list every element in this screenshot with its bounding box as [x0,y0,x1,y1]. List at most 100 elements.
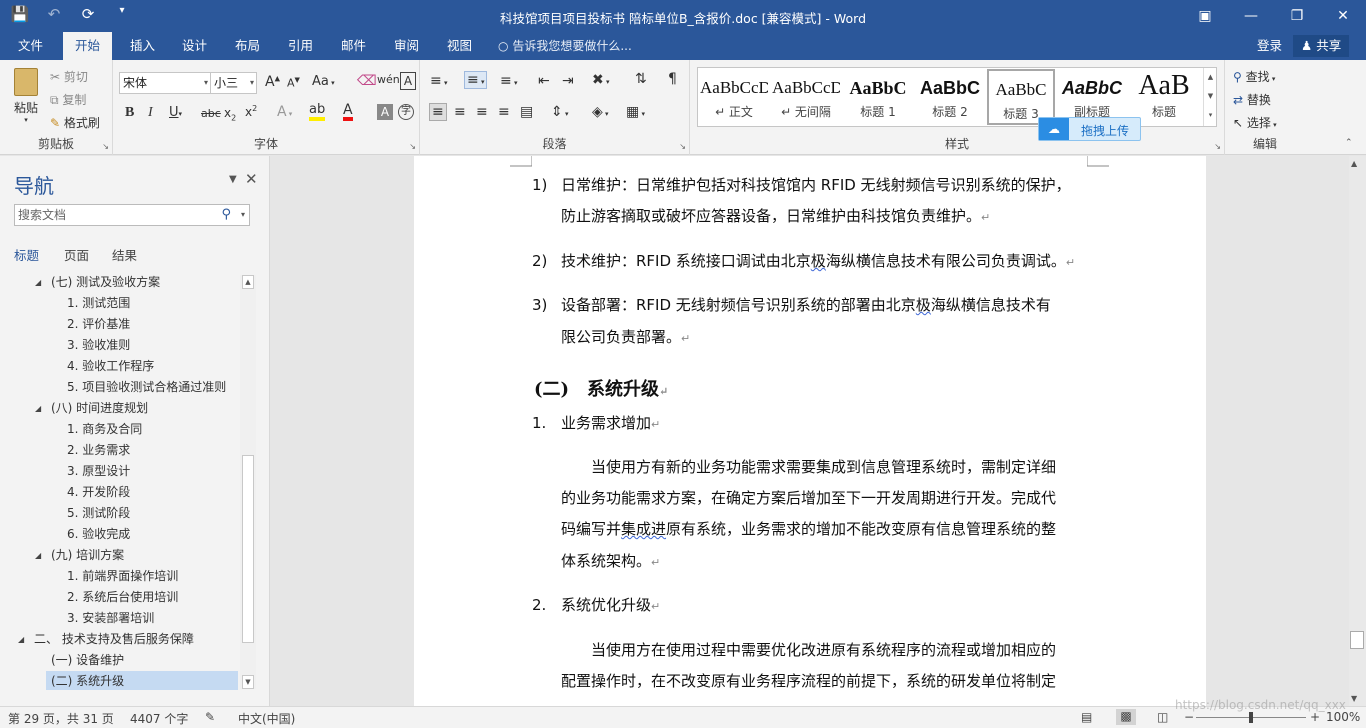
dialog-launcher-icon[interactable]: ↘ [1214,142,1221,151]
align-center-icon[interactable]: ≡ [454,104,466,120]
change-case-button[interactable]: Aa ▾ [312,74,335,89]
scroll-up-icon[interactable]: ▲ [1351,159,1357,168]
redo-icon[interactable]: ⟳ [78,5,98,23]
nav-heading-item[interactable]: 6. 验收完成 [65,524,130,545]
copy-button[interactable]: ⧉ 复制 [50,91,86,108]
replace-button[interactable]: ⇄ 替换 [1233,91,1271,108]
zoom-slider-knob[interactable] [1249,712,1253,723]
undo-icon[interactable]: ↶ [44,5,64,23]
font-size-select[interactable]: 小三 ▾ [210,72,257,94]
nav-tab-pages[interactable]: 页面 [64,245,89,264]
expand-toggle-icon[interactable]: ◢ [18,629,24,650]
tab-insert[interactable]: 插入 [128,32,157,60]
scroll-up-icon[interactable]: ▲ [242,275,254,289]
styles-scroll[interactable]: ▲ ▼ ▾ [1203,68,1217,126]
sign-in-link[interactable]: 登录 [1257,32,1282,60]
upload-widget[interactable]: ☁ 拖拽上传 [1038,117,1141,141]
zoom-out-icon[interactable]: − [1184,710,1194,724]
bold-icon[interactable]: B [125,105,134,121]
paste-button[interactable]: 粘贴 ▾ [10,68,42,124]
nav-heading-item[interactable]: 1. 测试范围 [65,293,130,314]
zoom-in-icon[interactable]: + [1310,710,1320,724]
character-shading-icon[interactable]: A [377,104,393,120]
read-mode-icon[interactable]: ▤ [1081,710,1092,724]
increase-indent-icon[interactable]: ⇥ [562,73,574,89]
scroll-thumb[interactable] [242,455,254,643]
character-border-icon[interactable]: A [400,72,416,90]
dialog-launcher-icon[interactable]: ↘ [409,142,416,151]
font-color-icon[interactable]: A [343,103,353,121]
collapse-ribbon-icon[interactable]: ⌃ [1345,138,1353,148]
minimize-icon[interactable]: — [1228,0,1274,32]
shrink-font-icon[interactable]: A▼ [287,76,300,90]
subscript-icon[interactable]: x2 [224,106,236,122]
italic-icon[interactable]: I [148,105,153,121]
customize-icon[interactable]: ▾ [112,5,132,23]
nav-heading-item[interactable]: (一) 设备维护 [49,650,124,671]
nav-heading-item[interactable]: 4. 开发阶段 [65,482,130,503]
enclose-characters-icon[interactable]: 字 [398,104,414,120]
expand-toggle-icon[interactable]: ◢ [35,545,41,566]
search-icon[interactable]: ⚲ [221,205,231,225]
tab-layout[interactable]: 布局 [233,32,262,60]
nav-heading-item[interactable]: 2. 评价基准 [65,314,130,335]
scroll-down-icon[interactable]: ▼ [242,675,254,689]
document-page[interactable]: 1) 日常维护：日常维护包括对科技馆馆内 RFID 无线射频信号识别系统的保护， 防… [414,156,1206,706]
word-count[interactable]: 4407 个字 [130,710,188,727]
share-button[interactable]: ♟ 共享 [1293,35,1350,57]
nav-search-input[interactable]: 搜索文档 ⚲ ▾ [14,204,250,226]
font-name-select[interactable]: 宋体 ▾ [119,72,211,94]
nav-tab-headings[interactable]: 标题 [14,245,39,264]
superscript-icon[interactable]: x2 [245,104,257,119]
print-layout-icon[interactable]: ▩ [1116,709,1136,725]
nav-close-icon[interactable]: ✕ [245,170,258,188]
restore-ribbon-icon[interactable]: ▣ [1182,0,1228,32]
format-painter-button[interactable]: ✎ 格式刷 [50,114,100,131]
nav-heading-item[interactable]: 5. 项目验收测试合格通过准则 [65,377,226,398]
tab-review[interactable]: 审阅 [392,32,421,60]
cut-button[interactable]: ✂ 剪切 [50,68,88,85]
decrease-indent-icon[interactable]: ⇤ [538,73,550,89]
nav-heading-item[interactable]: 1. 商务及合同 [65,419,142,440]
nav-scrollbar[interactable]: ▲ ▼ [240,275,256,689]
page-count[interactable]: 第 29 页，共 31 页 [8,710,114,727]
tell-me-search[interactable]: ○ 告诉我您想要做什么... [498,32,632,60]
tab-file[interactable]: 文件 [16,32,45,60]
nav-heading-item[interactable]: ◢ (九) 培训方案 [35,545,124,566]
scroll-down-icon[interactable]: ▼ [1351,694,1357,703]
document-scrollbar[interactable]: ▲ ▼ [1349,156,1366,706]
borders-icon[interactable]: ▦ ▾ [626,104,645,120]
clear-formatting-icon[interactable]: ⌫ [357,73,377,89]
nav-heading-item[interactable]: 4. 验收工作程序 [65,356,154,377]
nav-tab-results[interactable]: 结果 [112,245,137,264]
highlight-icon[interactable]: ab [309,103,326,121]
select-button[interactable]: ↖ 选择 ▾ [1233,114,1277,131]
tab-home[interactable]: 开始 [63,32,113,60]
nav-heading-item[interactable]: 3. 原型设计 [65,461,130,482]
nav-heading-item[interactable]: 1. 前端界面操作培训 [65,566,178,587]
show-marks-icon[interactable]: ¶ [668,71,677,87]
strikethrough-icon[interactable]: abc [201,107,221,120]
nav-heading-item[interactable]: ◢ (七) 测试及验收方案 [35,272,160,293]
multilevel-list-icon[interactable]: ≡ ▾ [500,73,517,89]
style-heading-1[interactable]: AaBbC 标题 1 [844,69,912,125]
line-spacing-icon[interactable]: ⇕ ▾ [551,104,568,120]
web-layout-icon[interactable]: ◫ [1157,710,1168,724]
shading-icon[interactable]: ◈ ▾ [592,104,609,120]
language[interactable]: 中文(中国) [238,710,295,727]
expand-toggle-icon[interactable]: ◢ [35,272,41,293]
nav-heading-item[interactable]: (二) 系统升级 [46,671,238,690]
nav-options-icon[interactable]: ▼ [229,174,237,185]
maximize-icon[interactable]: ❐ [1274,0,1320,32]
nav-heading-item[interactable]: 2. 业务需求 [65,440,130,461]
tab-design[interactable]: 设计 [180,32,209,60]
scroll-thumb[interactable] [1350,631,1364,649]
zoom-level[interactable]: 100% [1326,710,1360,724]
nav-heading-item[interactable]: ◢ (八) 时间进度规划 [35,398,148,419]
sort-icon[interactable]: ⇅ [635,71,647,87]
style-heading-2[interactable]: AaBbC 标题 2 [916,69,984,125]
close-icon[interactable]: ✕ [1320,0,1366,32]
tab-view[interactable]: 视图 [445,32,474,60]
chinese-layout-icon[interactable]: ✖ ▾ [592,72,609,88]
align-right-icon[interactable]: ≡ [476,104,488,120]
